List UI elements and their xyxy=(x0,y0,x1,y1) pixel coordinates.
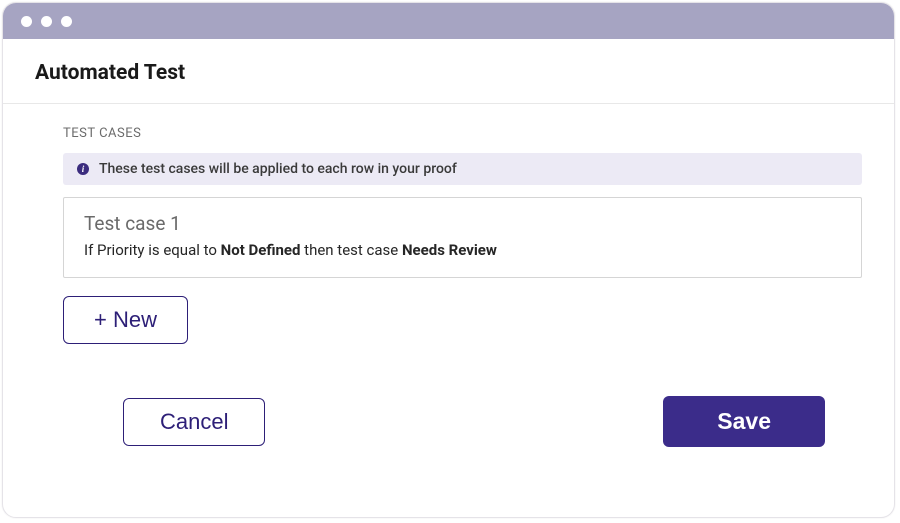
testcase-rule: If Priority is equal to Not Defined then… xyxy=(84,241,841,259)
rule-result: Needs Review xyxy=(402,241,497,259)
page-header: Automated Test xyxy=(3,39,894,104)
info-icon: i xyxy=(77,163,89,175)
titlebar xyxy=(3,3,894,39)
info-banner: i These test cases will be applied to ea… xyxy=(63,153,862,185)
testcase-card[interactable]: Test case 1 If Priority is equal to Not … xyxy=(63,197,862,278)
new-button[interactable]: + New xyxy=(63,296,188,344)
section-label: TEST CASES xyxy=(63,126,862,141)
info-text: These test cases will be applied to each… xyxy=(99,161,457,177)
content-area: TEST CASES i These test cases will be ap… xyxy=(3,104,894,447)
app-window: Automated Test TEST CASES i These test c… xyxy=(2,2,895,518)
rule-value: Not Defined xyxy=(221,241,301,259)
save-button[interactable]: Save xyxy=(663,396,825,447)
rule-mid: then test case xyxy=(300,241,402,259)
rule-prefix: If Priority is equal to xyxy=(84,241,221,259)
window-control-minimize[interactable] xyxy=(41,16,52,27)
footer: Cancel Save xyxy=(63,396,862,447)
window-control-maximize[interactable] xyxy=(61,16,72,27)
cancel-button[interactable]: Cancel xyxy=(123,398,265,446)
testcase-title: Test case 1 xyxy=(84,212,841,235)
page-title: Automated Test xyxy=(35,61,862,85)
window-control-close[interactable] xyxy=(21,16,32,27)
